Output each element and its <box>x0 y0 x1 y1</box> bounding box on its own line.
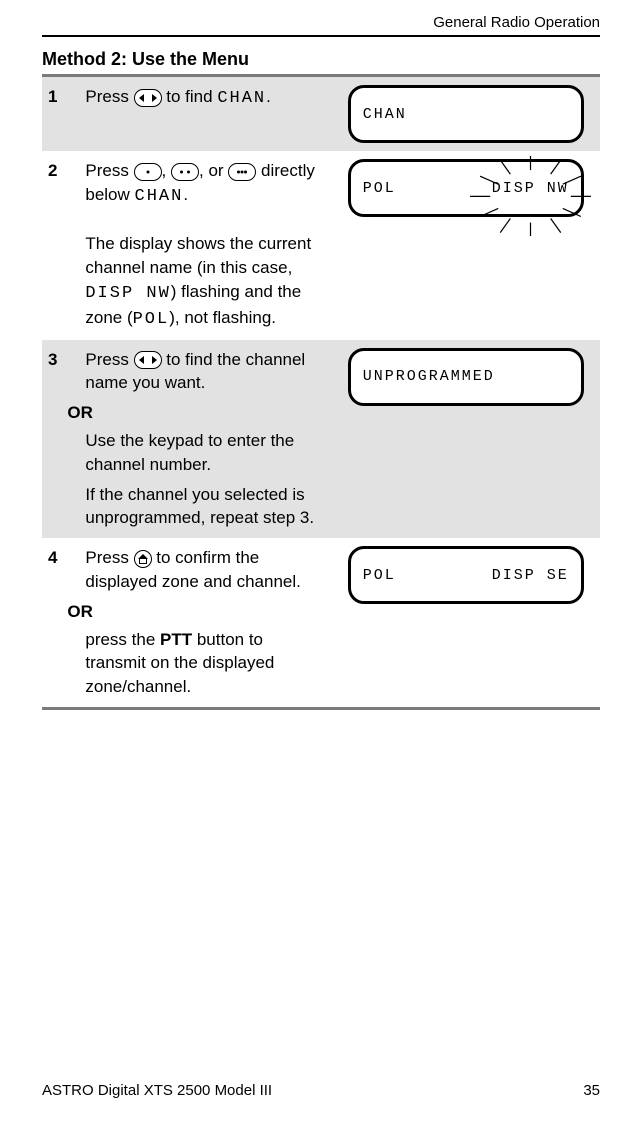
table-row: 2 Press , , or directly below CHAN. The … <box>42 151 600 340</box>
table-row: 4 Press to confirm the displayed zone an… <box>42 538 600 708</box>
text: If the channel you selected is unprogram… <box>85 483 325 531</box>
nav-arrows-icon <box>134 89 162 107</box>
footer-left: ASTRO Digital XTS 2500 Model III <box>42 1082 272 1099</box>
text: press the <box>85 630 160 649</box>
lcd-screen: POL DISP SE <box>348 546 584 604</box>
table-row: 3 Press to find the channel name you wan… <box>42 340 600 539</box>
page-title: Method 2: Use the Menu <box>42 49 600 70</box>
text: , or <box>199 161 228 180</box>
text: Use the keypad to enter the channel numb… <box>85 429 325 477</box>
lcd-text: CHAN <box>363 104 407 125</box>
text: The display shows the current channel na… <box>85 234 311 277</box>
home-button-icon <box>134 550 152 568</box>
nav-arrows-icon <box>134 351 162 369</box>
page-number: 35 <box>583 1082 600 1099</box>
step-display: CHAN <box>331 76 600 152</box>
text: press the PTT button to transmit on the … <box>85 628 325 699</box>
text: Press <box>85 350 133 369</box>
code: DISP NW <box>85 284 170 303</box>
step-display: POL DISP NW <box>331 151 600 340</box>
steps-table: 1 Press to find CHAN. CHAN 2 Press , , o… <box>42 74 600 710</box>
text: Press <box>85 548 133 567</box>
ptt-label: PTT <box>160 630 192 649</box>
lcd-text: UNPROGRAMMED <box>363 366 495 387</box>
flashing-text: DISP NW <box>492 178 569 199</box>
running-head: General Radio Operation <box>42 14 600 31</box>
code: POL <box>133 310 170 329</box>
softkey-two-dot-icon <box>171 163 199 181</box>
softkey-one-dot-icon <box>134 163 162 181</box>
or-label: OR <box>67 401 325 425</box>
lcd-screen: POL DISP NW <box>348 159 584 217</box>
step-text: Press to find CHAN. <box>79 76 331 152</box>
softkey-three-dot-icon <box>228 163 256 181</box>
text: . <box>266 87 271 106</box>
step-text: Press to confirm the displayed zone and … <box>79 538 331 708</box>
page-footer: ASTRO Digital XTS 2500 Model III 35 <box>42 1082 600 1099</box>
step-text: Press , , or directly below CHAN. The di… <box>79 151 331 340</box>
lcd-text: DISP NW <box>492 180 569 197</box>
lcd-screen: UNPROGRAMMED <box>348 348 584 406</box>
lcd-text: POL <box>363 178 396 199</box>
lcd-text: DISP SE <box>492 565 569 586</box>
code: CHAN <box>135 187 184 206</box>
step-display: UNPROGRAMMED <box>331 340 600 539</box>
text: Press <box>85 87 133 106</box>
step-number: 1 <box>42 76 79 152</box>
lcd-text: POL <box>363 565 396 586</box>
lcd-screen: CHAN <box>348 85 584 143</box>
step-display: POL DISP SE <box>331 538 600 708</box>
or-label: OR <box>67 600 325 624</box>
header-rule <box>42 35 600 37</box>
text: ), not flashing. <box>169 308 276 327</box>
code: CHAN <box>217 89 266 108</box>
step-number: 2 <box>42 151 79 340</box>
text: Press <box>85 161 133 180</box>
table-row: 1 Press to find CHAN. CHAN <box>42 76 600 152</box>
step-number: 3 <box>42 340 79 539</box>
step-text: Press to find the channel name you want.… <box>79 340 331 539</box>
text: , <box>162 161 171 180</box>
text: to find <box>162 87 218 106</box>
text: . <box>183 185 188 204</box>
